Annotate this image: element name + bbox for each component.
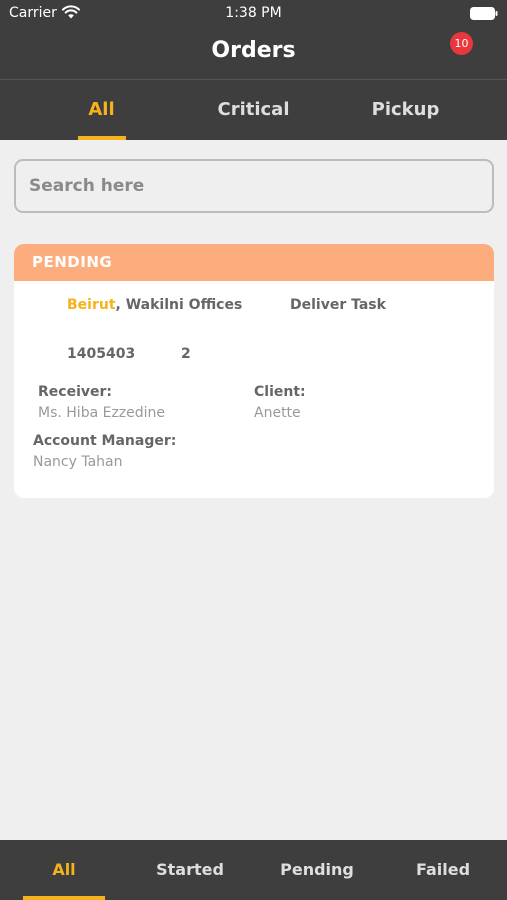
tab-critical[interactable]: Critical <box>169 80 338 140</box>
status-bar: Carrier 1:38 PM <box>0 0 507 28</box>
active-tab-indicator <box>78 136 126 140</box>
client-label: Client: <box>254 384 306 400</box>
order-card[interactable]: PENDING Beirut, Wakilni Offices Deliver … <box>14 244 494 498</box>
status-badge: PENDING <box>14 244 494 281</box>
bottom-tab-pending[interactable]: Pending <box>254 840 380 900</box>
order-id: 1405403 <box>67 346 136 362</box>
receiver-name: Ms. Hiba Ezzedine <box>38 405 166 421</box>
bottom-tab-failed[interactable]: Failed <box>380 840 506 900</box>
top-header: Carrier 1:38 PM Orders 10 All Critical P… <box>0 0 507 140</box>
order-city: Beirut <box>67 297 116 313</box>
bottom-tab-started[interactable]: Started <box>127 840 253 900</box>
page-title: Orders <box>211 38 296 63</box>
bottom-tab-all[interactable]: All <box>1 840 127 900</box>
order-address: , Wakilni Offices <box>115 297 243 313</box>
tab-all[interactable]: All <box>17 80 186 140</box>
client-name: Anette <box>254 405 301 421</box>
notification-badge[interactable]: 10 <box>450 32 473 55</box>
battery-icon <box>470 7 498 20</box>
active-bottom-tab-indicator <box>23 896 105 900</box>
account-manager-name: Nancy Tahan <box>33 454 123 470</box>
search-input[interactable] <box>14 159 494 213</box>
task-type: Deliver Task <box>290 297 386 313</box>
receiver-label: Receiver: <box>38 384 112 400</box>
bottom-tab-bar: All Started Pending Failed <box>0 840 507 900</box>
account-manager-label: Account Manager: <box>33 433 177 449</box>
tab-pickup[interactable]: Pickup <box>321 80 490 140</box>
status-time: 1:38 PM <box>225 5 282 21</box>
order-location: Beirut, Wakilni Offices <box>67 297 242 313</box>
top-tab-bar: All Critical Pickup <box>0 80 507 140</box>
order-count: 2 <box>181 346 191 362</box>
